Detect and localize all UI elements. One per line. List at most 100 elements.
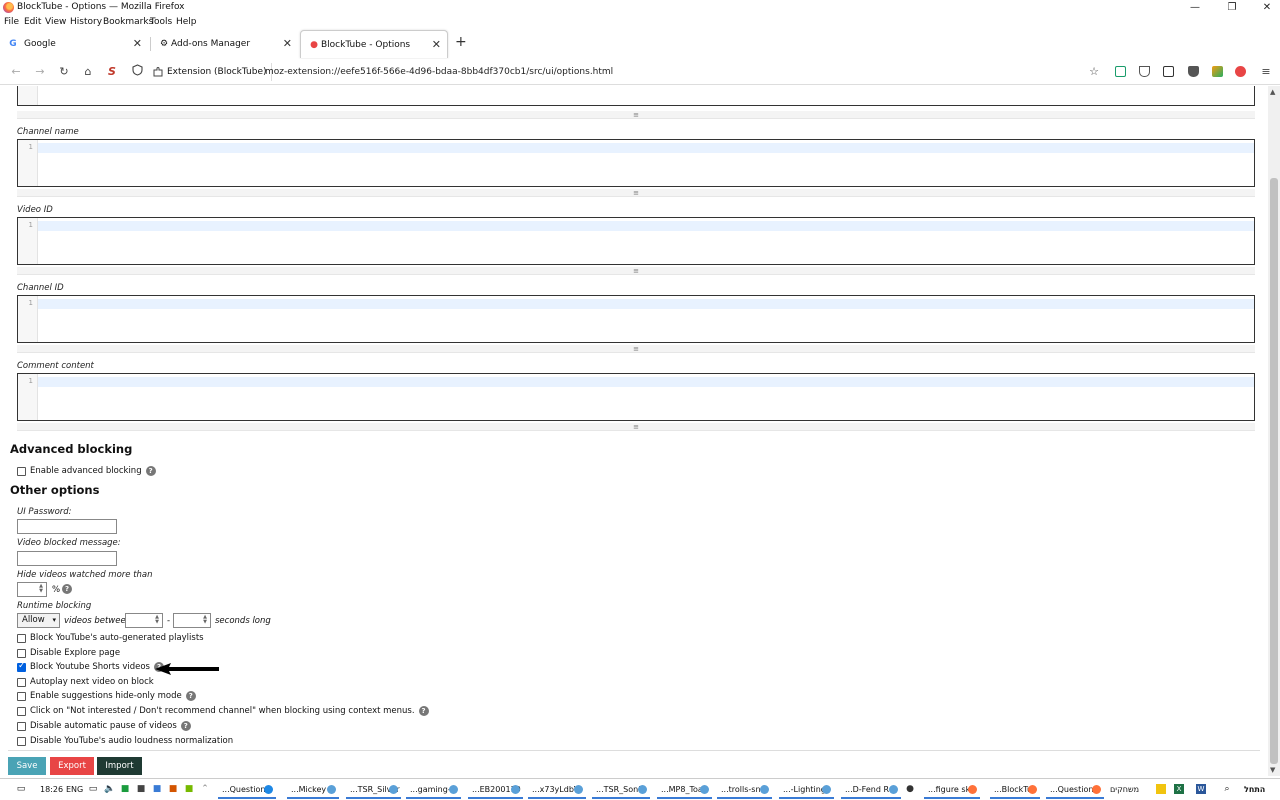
reload-button[interactable]: ↻ xyxy=(56,64,72,80)
tab-blocktube-options[interactable]: ● BlockTube - Options ✕ xyxy=(300,30,448,58)
tray-app-icon[interactable]: ■ xyxy=(120,784,130,794)
ui-password-input[interactable] xyxy=(17,519,117,534)
bookmark-star-icon[interactable]: ☆ xyxy=(1086,64,1102,80)
tab-addons-manager[interactable]: ⚙ Add-ons Manager ✕ xyxy=(151,30,298,58)
editor-resize-handle[interactable]: ≡ xyxy=(17,345,1255,353)
help-icon[interactable]: ? xyxy=(180,721,191,731)
taskbar-item[interactable]: ...MP8_Toa xyxy=(657,781,712,799)
not-interested-checkbox[interactable] xyxy=(17,706,26,716)
taskbar-item[interactable]: ...Question xyxy=(218,781,276,799)
menu-tools[interactable]: Tools xyxy=(150,17,172,27)
disable-auto-pause-checkbox[interactable] xyxy=(17,721,26,731)
enable-advanced-blocking-checkbox[interactable] xyxy=(17,466,26,476)
search-icon[interactable]: ⌕ xyxy=(1222,784,1232,794)
show-hidden-icons[interactable]: ⌃ xyxy=(200,784,210,794)
enable-advanced-blocking-row[interactable]: Enable advanced blocking ? xyxy=(17,465,156,477)
taskbar-item[interactable]: ...TSR_Silver xyxy=(346,781,401,799)
editor-resize-handle[interactable]: ≡ xyxy=(17,267,1255,275)
save-button[interactable]: Save xyxy=(8,757,46,775)
taskbar-games-label[interactable]: משחקים xyxy=(1110,785,1139,794)
word-icon[interactable]: W xyxy=(1196,784,1206,794)
home-button[interactable]: ⌂ xyxy=(80,64,96,80)
forward-button[interactable]: → xyxy=(32,64,48,80)
taskbar-item[interactable]: ...Mickey xyxy=(287,781,339,799)
language-indicator[interactable]: ENG xyxy=(66,785,83,794)
blocktube-toolbar-icon[interactable] xyxy=(1235,66,1246,77)
menu-view[interactable]: View xyxy=(45,17,66,27)
scroll-down-icon[interactable]: ▼ xyxy=(1270,766,1275,774)
editor-resize-handle[interactable]: ≡ xyxy=(17,423,1255,431)
block-shorts-row[interactable]: Block Youtube Shorts videos ? xyxy=(17,661,164,673)
tray-app-icon[interactable]: ■ xyxy=(152,784,162,794)
scrollbar-thumb[interactable] xyxy=(1270,178,1278,764)
nvidia-icon[interactable]: ■ xyxy=(184,784,194,794)
network-icon[interactable]: ▭ xyxy=(88,784,98,794)
taskbar-item[interactable]: ...BlockTub xyxy=(990,781,1040,799)
notifications-icon[interactable]: ▭ xyxy=(16,784,26,794)
editor-resize-handle[interactable]: ≡ xyxy=(17,189,1255,197)
excel-icon[interactable]: X xyxy=(1174,784,1184,794)
pocket-icon[interactable] xyxy=(1139,66,1150,77)
back-button[interactable]: ← xyxy=(8,64,24,80)
channel-id-editor[interactable]: 1 xyxy=(17,295,1255,343)
taskbar-app-icon[interactable]: ● xyxy=(905,784,915,794)
url-input[interactable]: moz-extension://eefe516f-566e-4d96-bdaa-… xyxy=(265,67,613,77)
hide-watched-percent-input[interactable]: ▲ ▼ xyxy=(17,582,47,597)
taskbar-item[interactable]: ...Question xyxy=(1046,781,1104,799)
help-icon[interactable]: ? xyxy=(185,691,196,701)
taskbar-item[interactable]: ...EB200110 xyxy=(468,781,523,799)
taskbar-item[interactable]: ...gaming-l xyxy=(406,781,461,799)
menu-file[interactable]: File xyxy=(4,17,19,27)
spinner-icon[interactable]: ▲ ▼ xyxy=(37,584,45,595)
menu-history[interactable]: History xyxy=(70,17,102,27)
taskbar-item[interactable]: ...figure ska xyxy=(924,781,980,799)
close-tab-icon[interactable]: ✕ xyxy=(283,37,292,50)
help-icon[interactable]: ? xyxy=(62,584,72,594)
channel-name-editor[interactable]: 1 xyxy=(17,139,1255,187)
editor-resize-handle[interactable]: ≡ xyxy=(17,111,1255,119)
spinner-icon[interactable]: ▲ ▼ xyxy=(153,615,161,626)
disable-explore-checkbox[interactable] xyxy=(17,648,26,658)
suggestions-hide-only-row[interactable]: Enable suggestions hide-only mode ? xyxy=(17,690,196,702)
export-button[interactable]: Export xyxy=(50,757,94,775)
disable-loudness-checkbox[interactable] xyxy=(17,736,26,746)
runtime-blocking-select[interactable]: Allow ▾ xyxy=(17,613,60,628)
extension-identity-box[interactable]: Extension (BlockTube) xyxy=(149,63,272,81)
menu-help[interactable]: Help xyxy=(176,17,197,27)
close-tab-icon[interactable]: ✕ xyxy=(133,37,142,50)
block-auto-playlists-row[interactable]: Block YouTube's auto-generated playlists xyxy=(17,632,204,644)
media-icon[interactable] xyxy=(1163,66,1174,77)
close-window-button[interactable]: ✕ xyxy=(1250,1,1280,14)
import-button[interactable]: Import xyxy=(97,757,142,775)
ublock-icon[interactable] xyxy=(1188,66,1199,77)
runtime-min-input[interactable]: ▲ ▼ xyxy=(125,613,163,628)
save-to-pocket-icon[interactable] xyxy=(1115,66,1126,77)
clock[interactable]: 18:26 xyxy=(40,785,63,794)
tray-app-icon[interactable]: ■ xyxy=(136,784,146,794)
not-interested-row[interactable]: Click on "Not interested / Don't recomme… xyxy=(17,705,429,717)
menu-edit[interactable]: Edit xyxy=(24,17,41,27)
taskbar-item[interactable]: ...x73yLdbV xyxy=(528,781,586,799)
runtime-max-input[interactable]: ▲ ▼ xyxy=(173,613,211,628)
start-button[interactable]: התחל xyxy=(1244,785,1265,794)
taskbar-item[interactable]: ...trolls-sna xyxy=(717,781,772,799)
tray-app-icon[interactable]: ■ xyxy=(168,784,178,794)
page-scrollbar[interactable]: ▲ ▼ xyxy=(1268,86,1280,776)
block-shorts-checkbox[interactable] xyxy=(17,661,26,672)
minimize-button[interactable]: — xyxy=(1178,1,1212,14)
restore-button[interactable]: ❐ xyxy=(1215,1,1249,14)
autoplay-next-row[interactable]: Autoplay next video on block xyxy=(17,676,154,688)
hamburger-menu-icon[interactable]: ≡ xyxy=(1258,64,1274,80)
file-explorer-icon[interactable] xyxy=(1156,784,1166,794)
close-tab-icon[interactable]: ✕ xyxy=(432,38,441,51)
taskbar-item[interactable]: ...TSR_Soni xyxy=(592,781,650,799)
spinner-icon[interactable]: ▲ ▼ xyxy=(201,615,209,626)
block-auto-playlists-checkbox[interactable] xyxy=(17,633,26,643)
extension-color-icon[interactable] xyxy=(1212,66,1223,77)
taskbar-item[interactable]: ...D-Fend R xyxy=(841,781,901,799)
disable-loudness-row[interactable]: Disable YouTube's audio loudness normali… xyxy=(17,735,233,747)
autoplay-next-checkbox[interactable] xyxy=(17,677,26,687)
comment-content-editor[interactable]: 1 xyxy=(17,373,1255,421)
shield-icon[interactable] xyxy=(129,64,145,80)
volume-icon[interactable]: 🔈 xyxy=(104,784,115,794)
